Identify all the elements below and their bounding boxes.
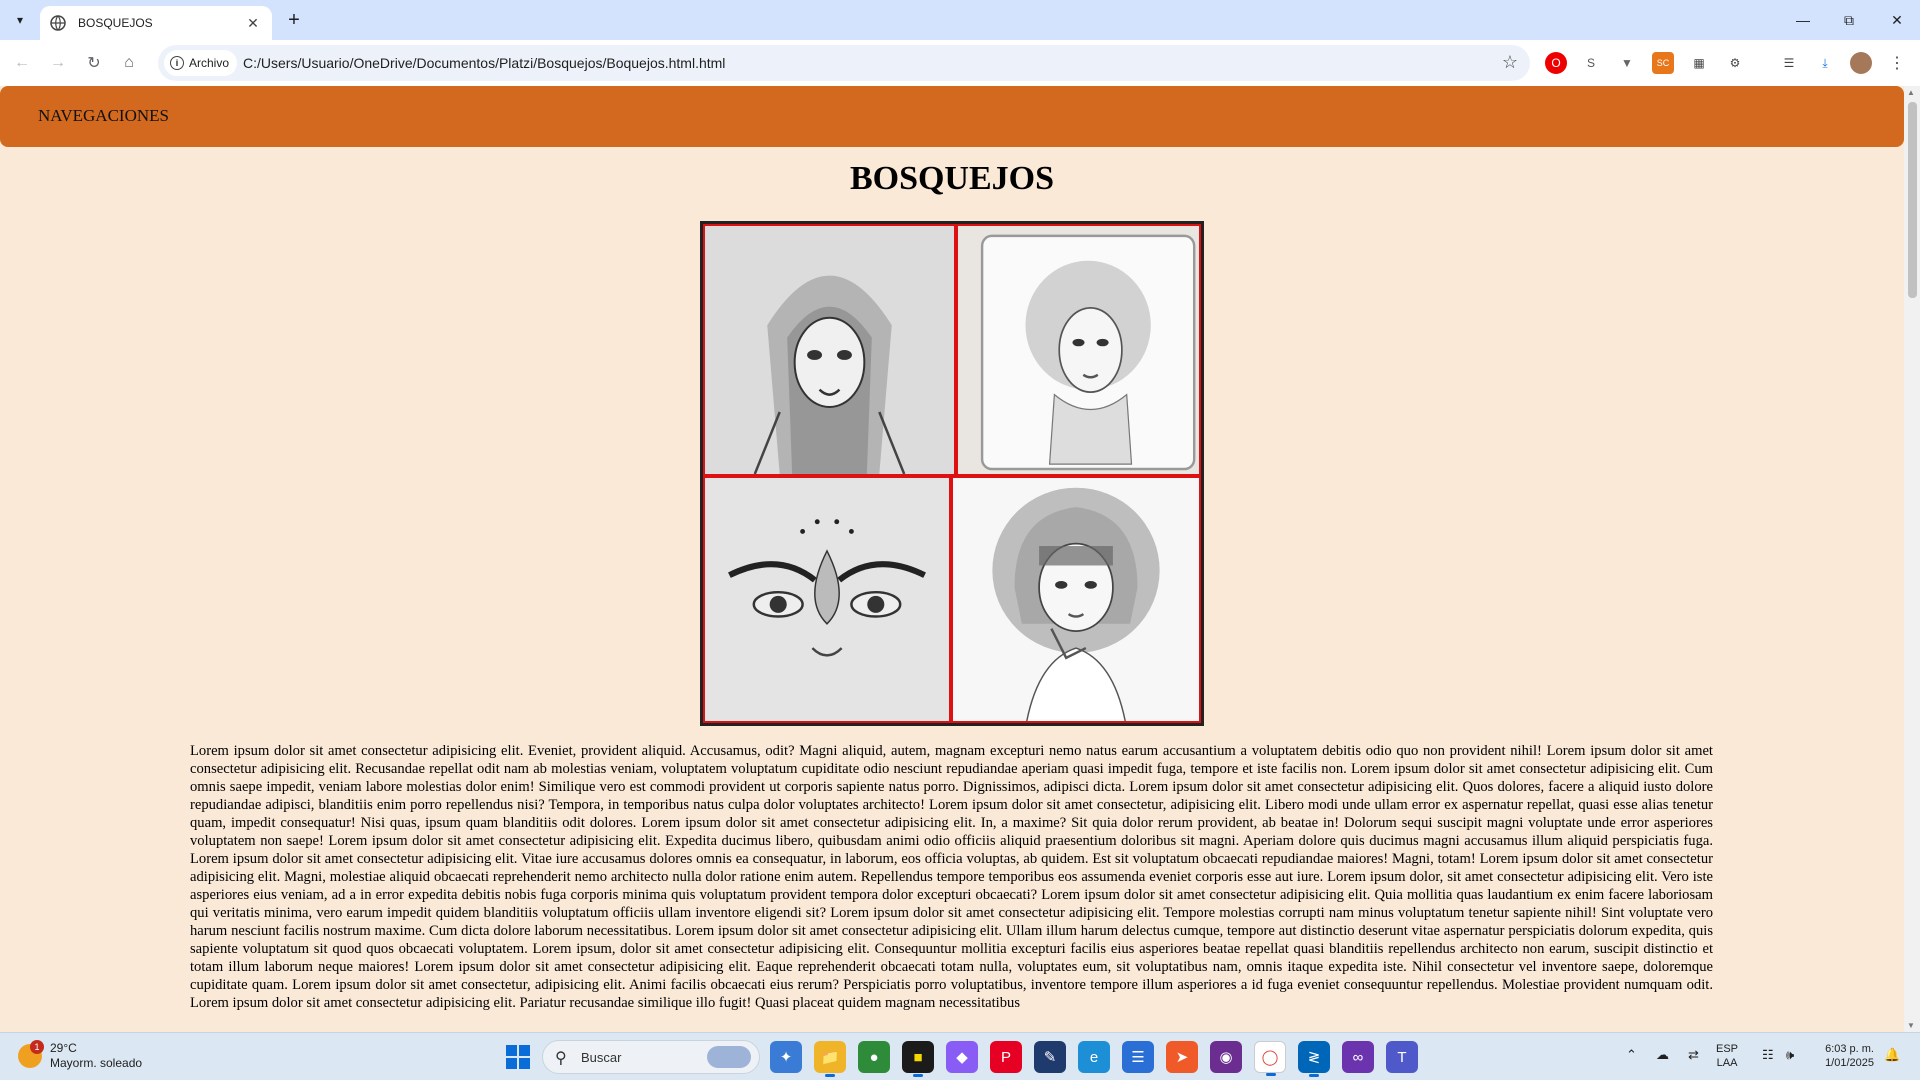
bookmark-star-icon[interactable]: ☆ xyxy=(1502,52,1518,73)
reload-icon[interactable]: ↻ xyxy=(80,49,108,77)
scroll-up-arrow-icon[interactable]: ▲ xyxy=(1907,88,1915,97)
info-icon: i xyxy=(170,56,184,70)
taskbar: 1 29°C Mayorm. soleado ⚲ Buscar ✦ 📁 ● ■ … xyxy=(0,1032,1920,1080)
home-icon[interactable]: ⌂ xyxy=(115,49,143,77)
sticky-app-icon[interactable]: ■ xyxy=(902,1041,934,1077)
visual-studio-icon[interactable]: ∞ xyxy=(1342,1041,1374,1073)
sync-icon[interactable]: ⇄ xyxy=(1688,1047,1699,1063)
green-app-icon[interactable]: ● xyxy=(858,1041,890,1073)
file-explorer-icon[interactable]: 📁 xyxy=(814,1041,846,1077)
chrome-icon[interactable]: ◯ xyxy=(1254,1041,1286,1076)
language-code: ESP xyxy=(1716,1043,1739,1055)
vscode-icon[interactable]: ≷ xyxy=(1298,1041,1330,1077)
restore-icon[interactable]: ⧉ xyxy=(1826,0,1872,40)
sketch-image-4 xyxy=(951,476,1201,723)
tab-bosquejos[interactable]: BOSQUEJOS ✕ xyxy=(40,6,272,40)
volume-icon[interactable]: 🕪 xyxy=(1786,1047,1794,1063)
tab-strip: ▾ BOSQUEJOS ✕ + — ⧉ ✕ xyxy=(0,0,1920,40)
weather-temperature: 29°C xyxy=(50,1041,77,1055)
tray-chevron-up-icon[interactable]: ⌃ xyxy=(1626,1047,1637,1063)
opera-extension-icon[interactable]: O xyxy=(1545,52,1567,74)
keyboard-layout: LAA xyxy=(1716,1057,1738,1069)
scroll-thumb[interactable] xyxy=(1908,102,1917,298)
sketch-gallery xyxy=(700,221,1204,726)
weather-description: Mayorm. soleado xyxy=(50,1056,143,1070)
notification-bell-icon[interactable]: 🔔 xyxy=(1884,1047,1900,1063)
editor-app-icon[interactable]: ✎ xyxy=(1034,1041,1066,1073)
browser-toolbar: ← → ↻ ⌂ i Archivo C:/Users/Usuario/OneDr… xyxy=(0,40,1920,86)
search-highlight-art xyxy=(707,1046,751,1068)
extensions-puzzle-icon[interactable]: ⚙ xyxy=(1724,52,1746,74)
network-icon[interactable]: ☷ xyxy=(1762,1047,1774,1063)
page-viewport: NAVEGACIONES BOSQUEJOS Lorem ipsum dolor… xyxy=(0,86,1904,1032)
sketch-image-2 xyxy=(956,224,1201,476)
tab-title: BOSQUEJOS xyxy=(78,16,153,30)
clock-date: 1/01/2025 xyxy=(1825,1057,1874,1069)
search-icon: ⚲ xyxy=(555,1050,567,1067)
orange-app-icon[interactable]: ➤ xyxy=(1166,1041,1198,1073)
vee-extension-icon[interactable]: ▼ xyxy=(1616,52,1638,74)
page-scrollbar[interactable]: ▲ ▼ xyxy=(1904,86,1920,1032)
reading-list-icon[interactable]: ☰ xyxy=(1778,52,1800,74)
globe-icon xyxy=(50,15,66,31)
notepad-icon[interactable]: ☰ xyxy=(1122,1041,1154,1073)
forward-icon[interactable]: → xyxy=(44,49,72,77)
address-bar[interactable]: i Archivo C:/Users/Usuario/OneDrive/Docu… xyxy=(158,45,1530,81)
copilot-icon[interactable]: ✦ xyxy=(770,1041,802,1073)
minimize-icon[interactable]: — xyxy=(1780,0,1826,40)
more-menu-icon[interactable]: ⋮ xyxy=(1886,52,1908,74)
weather-badge: 1 xyxy=(30,1040,44,1054)
tab-close-icon[interactable]: ✕ xyxy=(244,15,262,32)
site-info-chip[interactable]: i Archivo xyxy=(164,50,238,76)
search-label: Buscar xyxy=(581,1050,622,1065)
sketch-image-3 xyxy=(703,476,951,723)
pinterest-icon[interactable]: P xyxy=(990,1041,1022,1073)
weather-sun-icon: 1 xyxy=(18,1040,44,1068)
navbar: NAVEGACIONES xyxy=(0,86,1904,147)
site-info-label: Archivo xyxy=(189,56,230,70)
edge-icon[interactable]: e xyxy=(1078,1041,1110,1073)
page-title: BOSQUEJOS xyxy=(849,160,1055,197)
window-close-icon[interactable]: ✕ xyxy=(1874,0,1920,40)
scroll-down-arrow-icon[interactable]: ▼ xyxy=(1907,1021,1915,1030)
taskbar-search[interactable]: ⚲ Buscar xyxy=(542,1040,760,1074)
github-icon[interactable]: ◉ xyxy=(1210,1041,1242,1073)
sketch-image-1 xyxy=(703,224,956,476)
clock[interactable]: 6:03 p. m. 1/01/2025 xyxy=(1812,1042,1874,1070)
teams-icon[interactable]: T xyxy=(1386,1041,1418,1073)
gem-app-icon[interactable]: ◆ xyxy=(946,1041,978,1073)
lorem-paragraph: Lorem ipsum dolor sit amet consectetur a… xyxy=(190,743,1713,1011)
back-icon[interactable]: ← xyxy=(8,49,36,77)
skype-extension-icon[interactable]: S xyxy=(1580,52,1602,74)
weather-widget[interactable]: 1 29°C Mayorm. soleado xyxy=(18,1040,143,1071)
download-icon[interactable]: ⤓ xyxy=(1814,52,1836,74)
sc-extension-icon[interactable]: SC xyxy=(1652,52,1674,74)
nav-label[interactable]: NAVEGACIONES xyxy=(38,106,169,126)
toolbox-extension-icon[interactable]: ▦ xyxy=(1688,52,1710,74)
onedrive-icon[interactable]: ☁ xyxy=(1656,1047,1669,1063)
profile-avatar[interactable] xyxy=(1850,52,1872,74)
language-indicator[interactable]: ESP LAA xyxy=(1716,1042,1738,1070)
new-tab-button[interactable]: + xyxy=(282,8,306,32)
url-text[interactable]: C:/Users/Usuario/OneDrive/Documentos/Pla… xyxy=(243,55,725,71)
tab-search-chevron-icon[interactable]: ▾ xyxy=(8,8,32,32)
clock-time: 6:03 p. m. xyxy=(1825,1043,1874,1055)
windows-start-icon[interactable] xyxy=(506,1045,530,1069)
